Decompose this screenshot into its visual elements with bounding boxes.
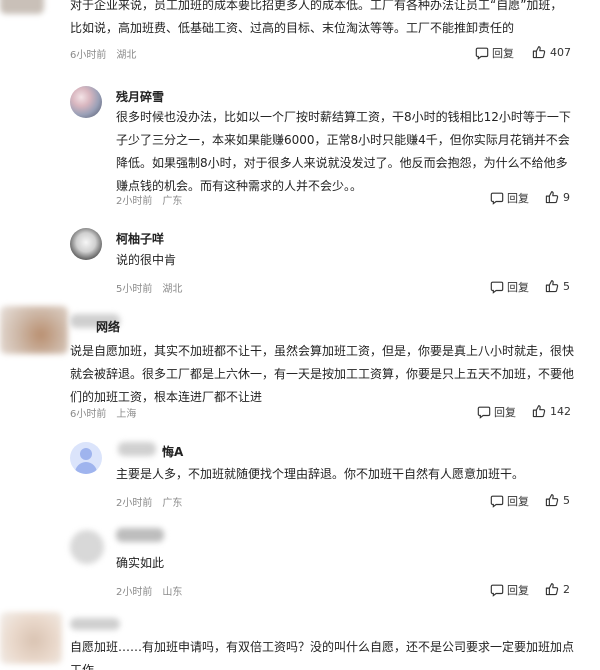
- like-count: 2: [563, 582, 570, 596]
- comment-icon: [490, 494, 504, 508]
- reply-button[interactable]: 回复: [477, 404, 516, 420]
- thumbs-up-icon: [545, 582, 559, 596]
- avatar[interactable]: [70, 228, 102, 260]
- comment-item: 柯柚子咩 说的很中肯 5小时前 湖北 回复 5: [0, 222, 600, 300]
- comment-time: 6小时前: [70, 50, 107, 61]
- like-count: 407: [550, 45, 571, 59]
- comment-icon: [490, 583, 504, 597]
- comment-time: 2小时前: [116, 196, 153, 207]
- comment-text: 对于企业来说，员工加班的成本要比招更多人的成本低。工厂有各种办法让员工“自愿”加…: [70, 0, 563, 35]
- comment-item: 确实如此 2小时前 山东 回复 2: [0, 518, 600, 600]
- comment-location: 湖北: [162, 284, 183, 295]
- comment-text: 说的很中肯: [116, 253, 177, 267]
- comment-text: 说是自愿加班，其实不加班都不让干，虽然会算加班工资，但是，你要是真上八小时就走，…: [70, 344, 575, 404]
- avatar: [70, 530, 104, 564]
- thumbs-up-icon: [545, 279, 559, 293]
- comment-item: 对于企业来说，员工加班的成本要比招更多人的成本低。工厂有各种办法让员工“自愿”加…: [0, 0, 600, 72]
- comment-location: 广东: [162, 498, 183, 509]
- comment-item: 悔A 主要是人多，不加班就随便找个理由辞退。你不加班干自然有人愿意加班干。 2小…: [0, 430, 600, 510]
- thumbs-up-icon: [545, 190, 559, 204]
- comment-item: 残月碎雪 很多时候也没办法，比如以一个厂按时薪结算工资，干8小时的钱相比12小时…: [0, 80, 600, 210]
- comment-text: 确实如此: [116, 556, 165, 570]
- comment-text: 自愿加班……有加班申请吗，有双倍工资吗？没的叫什么自愿，还不是公司要求一定要加班…: [70, 640, 575, 670]
- reply-button[interactable]: 回复: [490, 279, 529, 295]
- comment-location: 广东: [162, 196, 183, 207]
- avatar: [0, 612, 62, 664]
- username[interactable]: 网络: [96, 318, 120, 335]
- comment-time: 2小时前: [116, 498, 153, 509]
- comment-icon: [490, 280, 504, 294]
- reply-button[interactable]: 回复: [490, 582, 529, 598]
- like-button[interactable]: 5: [545, 493, 570, 507]
- comment-meta: 6小时前 上海: [70, 405, 136, 420]
- comment-meta: 2小时前 山东: [116, 583, 182, 598]
- avatar[interactable]: [70, 442, 102, 474]
- thumbs-up-icon: [532, 45, 546, 59]
- comment-text: 很多时候也没办法，比如以一个厂按时薪结算工资，干8小时的钱相比12小时等于一下 …: [116, 110, 571, 193]
- comment-location: 山东: [162, 587, 183, 598]
- thumbs-up-icon: [545, 493, 559, 507]
- username-redacted: [70, 618, 120, 630]
- reply-button[interactable]: 回复: [490, 190, 529, 206]
- comment-location: 湖北: [116, 50, 137, 61]
- comment-time: 2小时前: [116, 587, 153, 598]
- like-count: 5: [563, 493, 570, 507]
- like-count: 142: [550, 404, 571, 418]
- username-redacted: [116, 528, 164, 542]
- comment-meta: 5小时前 湖北: [116, 280, 182, 295]
- like-button[interactable]: 9: [545, 190, 570, 204]
- username-redacted: [118, 442, 156, 456]
- comment-meta: 2小时前 广东: [116, 192, 182, 207]
- avatar: [0, 0, 44, 14]
- avatar: [0, 306, 68, 354]
- comment-location: 上海: [116, 409, 137, 420]
- username[interactable]: 残月碎雪: [116, 88, 164, 105]
- comment-item: 网络 说是自愿加班，其实不加班都不让干，虽然会算加班工资，但是，你要是真上八小时…: [0, 306, 600, 420]
- comment-time: 6小时前: [70, 409, 107, 420]
- comment-meta: 6小时前 湖北: [70, 46, 136, 61]
- comment-item: 自愿加班……有加班申请吗，有双倍工资吗？没的叫什么自愿，还不是公司要求一定要加班…: [0, 606, 600, 670]
- comment-time: 5小时前: [116, 284, 153, 295]
- username[interactable]: 悔A: [162, 443, 183, 460]
- like-button[interactable]: 2: [545, 582, 570, 596]
- reply-button[interactable]: 回复: [475, 45, 514, 61]
- like-button[interactable]: 407: [532, 45, 571, 59]
- comment-meta: 2小时前 广东: [116, 494, 182, 509]
- like-button[interactable]: 142: [532, 404, 571, 418]
- thumbs-up-icon: [532, 404, 546, 418]
- like-count: 5: [563, 279, 570, 293]
- comment-icon: [475, 46, 489, 60]
- like-button[interactable]: 5: [545, 279, 570, 293]
- avatar[interactable]: [70, 86, 102, 118]
- like-count: 9: [563, 190, 570, 204]
- comment-icon: [477, 405, 491, 419]
- reply-button[interactable]: 回复: [490, 493, 529, 509]
- comment-text: 主要是人多，不加班就随便找个理由辞退。你不加班干自然有人愿意加班干。: [116, 467, 525, 481]
- comment-icon: [490, 191, 504, 205]
- username[interactable]: 柯柚子咩: [116, 230, 164, 247]
